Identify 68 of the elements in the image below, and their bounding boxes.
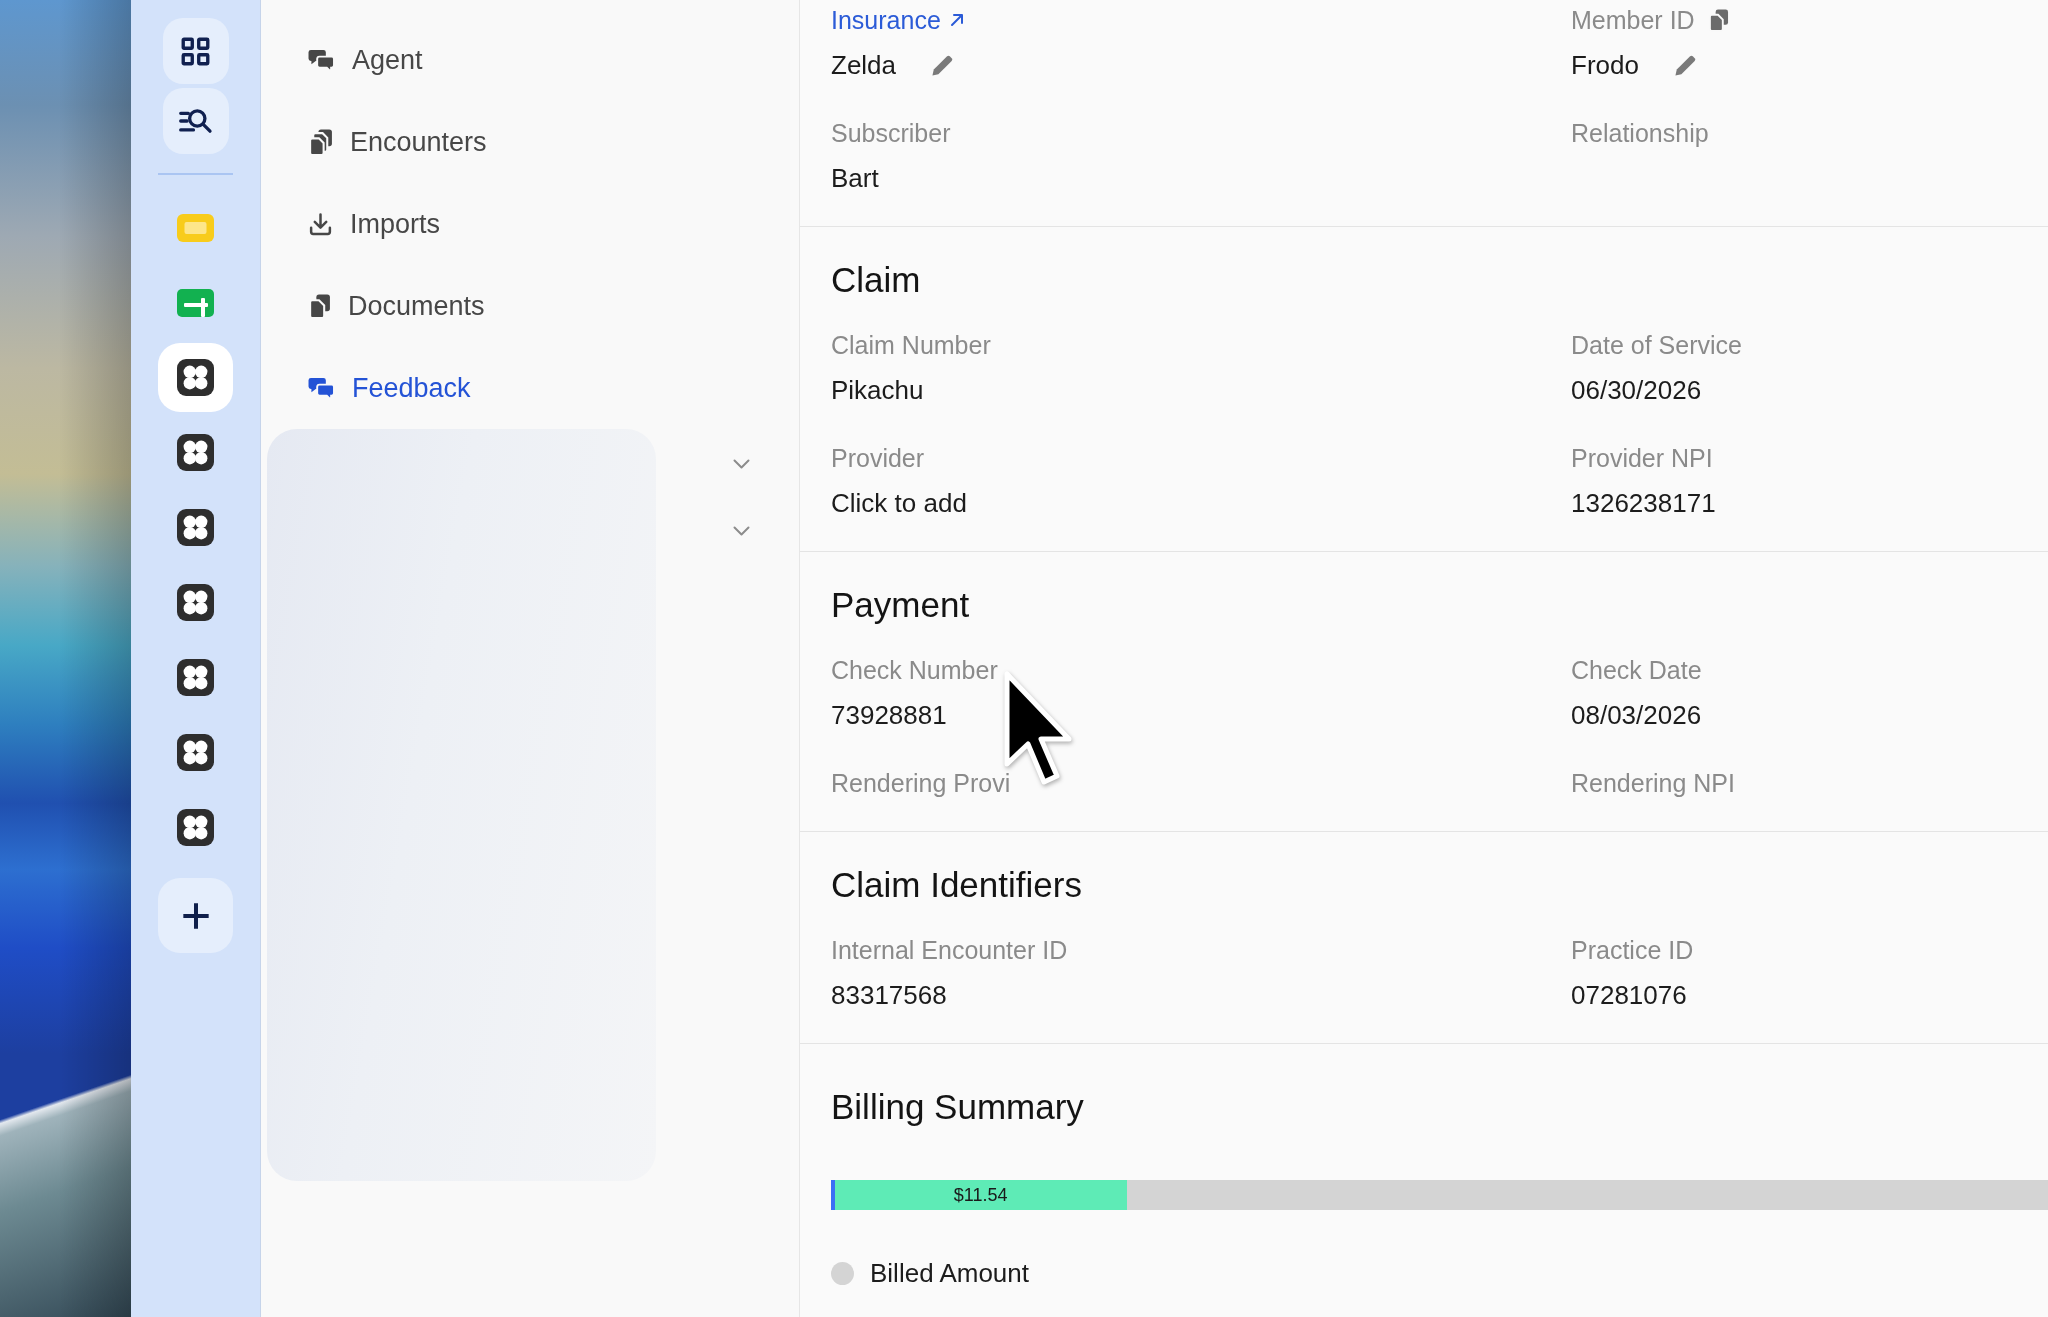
bar-segment: $11.54 <box>834 1180 1127 1210</box>
field-label: Provider <box>831 443 925 474</box>
clover-icon <box>177 809 214 846</box>
pencil-icon[interactable] <box>931 53 955 77</box>
nav-item[interactable]: Feedback <box>308 360 471 416</box>
add-button[interactable] <box>158 878 233 953</box>
arrow-up-right-icon <box>948 12 965 28</box>
chat-bubbles-icon <box>308 47 335 73</box>
section-title: Claim Identifiers <box>831 864 1082 906</box>
files-icon <box>308 293 331 319</box>
field-label: Rendering NPI <box>1571 768 1735 799</box>
clover-icon <box>177 509 214 546</box>
field-label: Claim Number <box>831 330 991 361</box>
field-value: 1326238171 <box>1571 487 1716 520</box>
field-label: Check Number <box>831 655 998 686</box>
field-value: Frodo <box>1571 49 1639 82</box>
field-value: Pikachu <box>831 374 924 407</box>
field-value: Zelda <box>831 49 897 82</box>
field-label: Relationship <box>1571 118 1709 149</box>
field-label: Check Date <box>1571 655 1702 686</box>
app-button[interactable] <box>177 584 214 621</box>
nav-item[interactable]: Encounters <box>308 114 487 170</box>
clover-icon <box>177 659 214 696</box>
field-label: Internal Encounter ID <box>831 935 1068 966</box>
field-value: 73928881 <box>831 699 947 732</box>
app-button[interactable] <box>177 509 214 546</box>
chevron-down-icon[interactable] <box>733 459 750 469</box>
field-value: 07281076 <box>1571 979 1687 1012</box>
field-label: Practice ID <box>1571 935 1694 966</box>
nav-item[interactable]: Documents <box>308 278 485 334</box>
field-value: Bart <box>831 162 879 195</box>
add-bar-icon <box>177 288 214 317</box>
field-label: Date of Service <box>1571 330 1742 361</box>
frame-icon <box>177 213 214 242</box>
section-title: Billing Summary <box>831 1086 1084 1128</box>
stacked-files-icon <box>308 128 333 156</box>
chat-bubbles-icon <box>308 375 335 401</box>
grid-icon <box>180 35 211 67</box>
app-button[interactable] <box>177 809 214 846</box>
section-title: Payment <box>831 584 970 626</box>
field-value: 83317568 <box>831 979 947 1012</box>
field-label: Subscriber <box>831 118 951 149</box>
field-label: Provider NPI <box>1571 443 1713 474</box>
nav-item[interactable]: Agent <box>308 32 423 88</box>
field-link[interactable]: Insurance <box>831 3 965 37</box>
app-button[interactable] <box>177 734 214 771</box>
field-value: 08/03/2026 <box>1571 699 1702 732</box>
clover-icon <box>177 584 214 621</box>
field-label: Rendering Provi <box>831 768 1011 799</box>
field-label: Member ID <box>1571 5 1695 36</box>
clover-icon <box>177 434 214 471</box>
section-title: Claim <box>831 259 921 301</box>
clover-icon <box>177 734 214 771</box>
field-value: Click to add <box>831 487 967 520</box>
nav-item[interactable]: Imports <box>308 196 441 252</box>
app-button[interactable] <box>158 343 233 412</box>
copy-icon[interactable] <box>1707 8 1729 32</box>
app-button[interactable] <box>177 434 214 471</box>
search-button[interactable] <box>162 88 229 154</box>
download-icon <box>308 211 333 237</box>
chevron-down-icon[interactable] <box>733 526 750 536</box>
legend-label: Billed Amount <box>870 1257 1029 1289</box>
apps-grid-button[interactable] <box>162 18 229 84</box>
pencil-icon[interactable] <box>1673 53 1697 77</box>
search-list-icon <box>177 107 214 135</box>
field-value: 06/30/2026 <box>1571 374 1702 407</box>
clover-icon <box>177 359 214 396</box>
app-button[interactable] <box>177 659 214 696</box>
